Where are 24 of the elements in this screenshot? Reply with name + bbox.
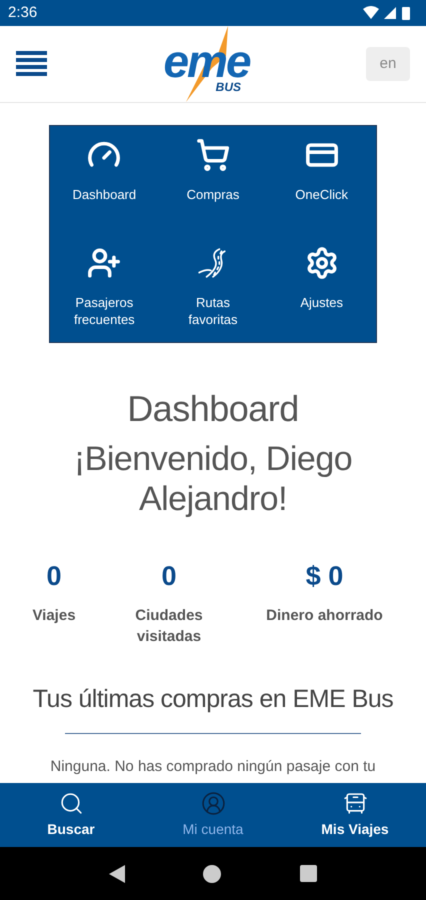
stat-label: Viajes [32,606,76,626]
cart-icon [196,138,230,172]
status-time: 2:36 [8,2,38,23]
search-icon [58,790,84,816]
add-user-icon [87,246,122,280]
page-title: Dashboard [127,387,299,431]
menu-icon[interactable] [16,51,47,77]
user-icon [200,790,226,816]
stat-label: Dinero ahorrado [266,606,383,626]
bus-icon [342,790,368,816]
stat-value: 0 [161,560,177,593]
recents-icon[interactable] [300,865,317,882]
purchases-message: Ninguna. No has comprado ningún pasaje con tu [50,757,376,777]
stat-value: 0 [46,560,62,593]
stat-label: Ciudades visitadas [134,606,204,647]
nav-tab[interactable]: Mi cuenta [153,790,273,840]
nav-tab[interactable]: Buscar [11,790,131,840]
welcome-message: ¡Bienvenido, Diego Alejandro! [72,439,354,519]
stat-value: $ 0 [306,560,344,593]
settings-icon [304,246,339,280]
back-icon[interactable] [109,864,126,882]
purchases-title: Tus últimas compras en EME Bus [32,684,394,715]
nav-tab[interactable]: Mis Viajes [295,790,415,840]
home-icon[interactable] [203,864,222,882]
